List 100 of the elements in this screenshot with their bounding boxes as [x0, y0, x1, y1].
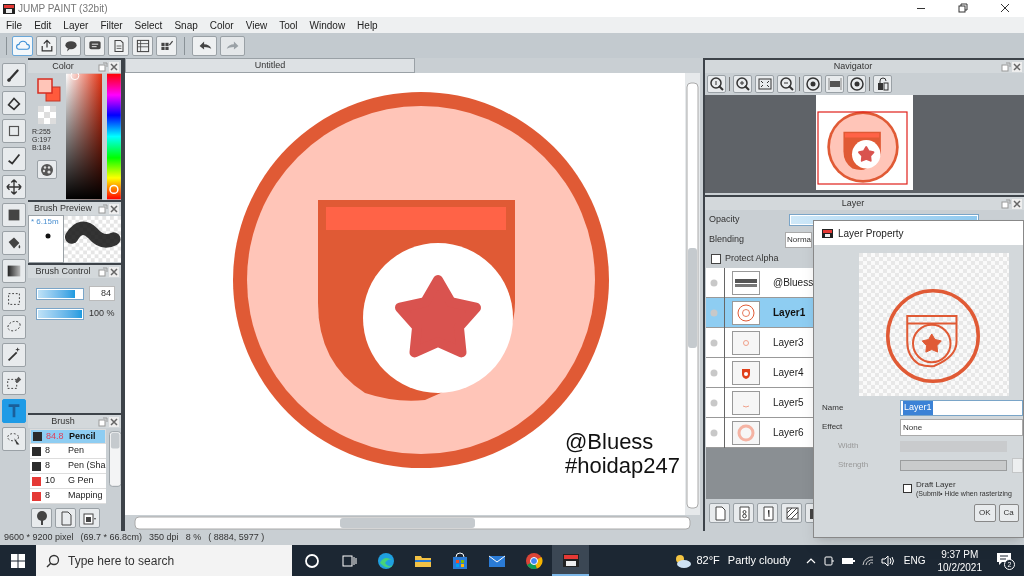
tool-button[interactable] [2, 287, 26, 311]
brush-name: Pen [68, 444, 84, 458]
visibility-dot-icon[interactable] [710, 308, 718, 317]
menu-item[interactable]: Edit [34, 17, 52, 33]
vertical-scrollbar[interactable] [685, 73, 700, 515]
menu-item[interactable]: Help [357, 17, 378, 33]
brush-name: Pencil [69, 430, 96, 443]
color-swatches-icon[interactable] [36, 78, 61, 102]
volume-icon[interactable] [880, 554, 897, 567]
new-layer-button[interactable] [709, 503, 730, 523]
layer-name: Layer4 [773, 366, 804, 380]
brush-list-item[interactable]: 8 Mapping [30, 489, 106, 504]
field-label: Width [837, 440, 860, 452]
tool-button[interactable] [2, 147, 26, 171]
menu-item[interactable]: Layer [63, 17, 89, 33]
menu-item[interactable]: View [245, 17, 268, 33]
tool-button[interactable] [2, 63, 26, 87]
visibility-dot-icon[interactable] [710, 398, 718, 407]
fit-screen-button[interactable] [755, 75, 774, 93]
grid-pencil-button[interactable] [156, 35, 177, 56]
checkbox[interactable] [903, 484, 912, 493]
app-icon [3, 3, 15, 14]
notification-icon[interactable] [996, 551, 1012, 566]
upload-button[interactable] [36, 35, 57, 56]
field-label: Effect [821, 421, 844, 433]
color-picker-square[interactable] [65, 73, 103, 200]
speech-bubble-button[interactable] [60, 35, 81, 56]
lock-button[interactable] [873, 75, 892, 93]
menu-item[interactable]: Filter [100, 17, 123, 33]
menu-item[interactable]: File [6, 17, 23, 33]
tool-button[interactable] [2, 119, 26, 143]
visibility-dot-icon[interactable] [710, 428, 718, 437]
brush-list-item[interactable]: 84.8 Pencil [30, 429, 106, 444]
tool-button[interactable] [2, 259, 26, 283]
search-field[interactable]: Type here to search [36, 545, 292, 576]
move-icon [5, 178, 23, 196]
brush-list-item[interactable]: 10 G Pen [30, 474, 106, 489]
navigator-thumbnail[interactable] [816, 95, 913, 190]
canvas-text: #hoidap247 [565, 454, 680, 478]
table-icon [134, 37, 151, 54]
tool-button[interactable] [2, 231, 26, 255]
tree-button[interactable] [31, 508, 52, 528]
tool-button[interactable] [2, 203, 26, 227]
table-button[interactable] [132, 35, 153, 56]
menu-item[interactable]: Tool [279, 17, 298, 33]
zoom-in-button[interactable] [733, 75, 752, 93]
tone-layer-button[interactable] [781, 503, 802, 523]
zoom-out-button[interactable] [777, 75, 796, 93]
blending-dropdown[interactable]: Norma [785, 231, 812, 248]
scrollbar[interactable] [108, 430, 121, 488]
partly-cloudy-icon[interactable] [673, 552, 692, 569]
1bit-layer-button[interactable] [757, 503, 778, 523]
checkbox[interactable] [711, 253, 721, 264]
status-text: 350 dpi [149, 531, 179, 545]
clock-time[interactable]: 9:37 PM [941, 547, 979, 561]
selected-text: Layer1 [903, 401, 933, 415]
language-indicator[interactable]: ENG [903, 553, 926, 568]
menu-item[interactable]: Window [309, 17, 346, 33]
dialog-button[interactable]: Ca [998, 504, 1019, 522]
undo-button[interactable] [192, 35, 217, 56]
document-button[interactable] [108, 35, 129, 56]
8bit-layer-button[interactable] [733, 503, 754, 523]
menu-item[interactable]: Snap [174, 17, 198, 33]
meet-now-icon[interactable] [822, 553, 835, 568]
visibility-dot-icon[interactable] [710, 338, 718, 347]
paint-app-taskbar-button[interactable] [552, 545, 589, 576]
search-icon [46, 553, 60, 568]
slider-track[interactable] [36, 287, 84, 300]
panel-title: Brush Preview [34, 201, 92, 215]
tool-button[interactable] [2, 371, 26, 395]
cloud-button[interactable] [12, 35, 33, 56]
brush-size: 8 [45, 489, 51, 503]
menu-item[interactable]: Color [209, 17, 234, 33]
fit-screen-icon [756, 76, 773, 92]
value-field[interactable]: 84 [89, 286, 115, 301]
edge-icon [375, 550, 396, 571]
page-menu-icon [81, 510, 98, 526]
visibility-dot-icon[interactable] [710, 368, 718, 377]
visibility-dot-icon[interactable] [710, 278, 718, 287]
tool-button[interactable] [2, 175, 26, 199]
effect-dropdown[interactable]: None [900, 418, 1023, 436]
brush-size: 10 [45, 474, 56, 488]
brush-list-item[interactable]: 8 Pen (Sha [30, 459, 106, 474]
comment-button[interactable] [84, 35, 105, 56]
dialog-button[interactable]: OK [974, 504, 996, 522]
brush-list-item[interactable]: 8 Pen [30, 444, 106, 459]
zoom-actual-button[interactable] [707, 75, 726, 93]
tool-button[interactable] [2, 343, 26, 367]
tool-button[interactable] [2, 91, 26, 115]
clock-date[interactable]: 10/2/2021 [937, 560, 982, 574]
menu-item[interactable]: Select [134, 17, 163, 33]
panel-title: Brush [51, 414, 75, 428]
layer-name: Layer3 [773, 336, 804, 350]
name-field[interactable]: Layer1 [900, 400, 1023, 416]
palette-button[interactable] [36, 160, 57, 179]
document-tab[interactable]: Untitled [125, 58, 415, 73]
transparent-color-icon[interactable] [37, 106, 56, 124]
weather-text[interactable]: Partly cloudy [727, 552, 791, 569]
wifi-icon[interactable] [860, 554, 875, 567]
page-menu-button[interactable] [79, 508, 100, 528]
